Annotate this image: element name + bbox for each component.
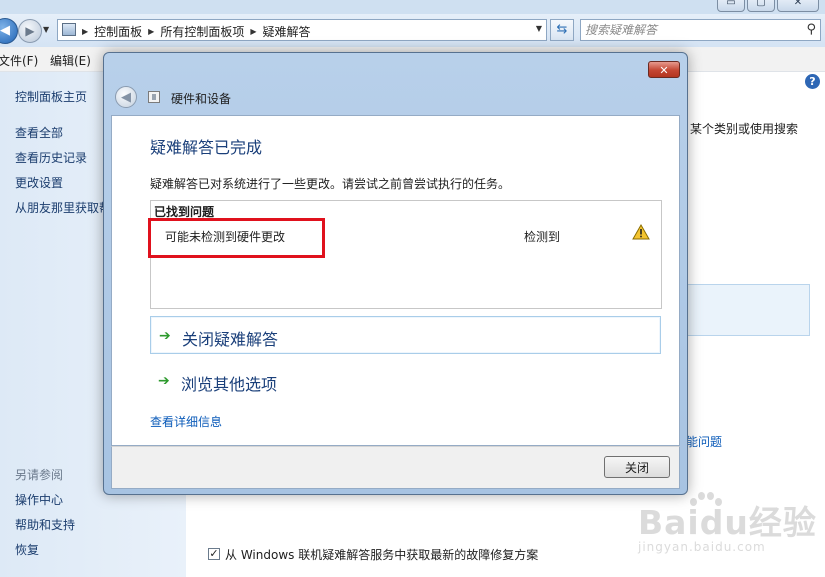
refresh-button[interactable]: ⇆	[550, 19, 574, 41]
help-icon[interactable]: ?	[805, 74, 820, 89]
chevron-right-icon[interactable]: ▶	[148, 27, 154, 36]
dialog-title: 硬件和设备	[171, 92, 232, 106]
breadcrumb: ▶ 控制面板 ▶ 所有控制面板项 ▶ 疑难解答	[82, 23, 311, 40]
close-button[interactable]: 关闭	[604, 456, 670, 478]
help-and-support-link[interactable]: 帮助和支持	[15, 516, 75, 533]
breadcrumb-troubleshooting[interactable]: 疑难解答	[263, 23, 311, 40]
maximize-button[interactable]: ▢	[747, 0, 775, 12]
breadcrumb-all-items[interactable]: 所有控制面板项	[160, 23, 244, 40]
green-arrow-icon: ➔	[158, 373, 170, 389]
forward-button[interactable]: ▶	[18, 19, 42, 43]
control-panel-home-link[interactable]: 控制面板主页	[15, 88, 87, 105]
chevron-right-icon[interactable]: ▶	[82, 27, 88, 36]
explore-options-action[interactable]: ➔ 浏览其他选项	[150, 362, 661, 400]
window-controls: ▭ ▢ ✕	[717, 0, 819, 12]
view-details-link[interactable]: 查看详细信息	[150, 413, 222, 430]
close-troubleshooter-label: 关闭疑难解答	[182, 330, 279, 349]
main-partial-text: 某个类别或使用搜索	[690, 122, 799, 136]
problem-status: 检测到	[524, 230, 561, 244]
highlight-box	[148, 218, 325, 258]
troubleshooter-dialog: ✕ ◀ 硬件和设备 疑难解答已完成 疑难解答已对系统进行了一些更改。请尝试之前曾…	[103, 52, 688, 495]
dialog-close-button[interactable]: ✕	[648, 61, 680, 78]
hardware-icon	[148, 91, 160, 103]
recovery-link[interactable]: 恢复	[15, 541, 39, 558]
watermark-main-text: Baidu经验	[638, 503, 817, 542]
completion-heading: 疑难解答已完成	[150, 138, 263, 157]
explorer-titlebar: ▭ ▢ ✕	[0, 0, 825, 14]
see-also-heading: 另请参阅	[15, 468, 64, 482]
search-box: ⚲	[580, 19, 821, 41]
search-input[interactable]	[585, 22, 795, 38]
breadcrumb-control-panel[interactable]: 控制面板	[94, 23, 142, 40]
warning-icon	[632, 224, 650, 240]
dialog-back-button[interactable]: ◀	[115, 86, 137, 108]
right-info-panel	[686, 284, 810, 336]
completion-description: 疑难解答已对系统进行了一些更改。请尝试之前曾尝试执行的任务。	[150, 177, 511, 191]
close-icon: ✕	[659, 64, 669, 77]
refresh-icon: ⇆	[556, 22, 568, 37]
close-troubleshooter-action[interactable]: ➔ 关闭疑难解答	[150, 316, 661, 354]
address-dropdown-icon[interactable]: ▼	[536, 24, 542, 33]
dialog-footer: 关闭	[111, 446, 680, 489]
address-toolbar: ◀ ▶ ▼ ▶ 控制面板 ▶ 所有控制面板项 ▶ 疑难解答 ▼ ⇆ ⚲	[0, 14, 825, 47]
minimize-button[interactable]: ▭	[717, 0, 745, 12]
dialog-content: 疑难解答已完成 疑难解答已对系统进行了一些更改。请尝试之前曾尝试执行的任务。 已…	[111, 115, 680, 446]
view-history-link[interactable]: 查看历史记录	[15, 149, 87, 166]
watermark-url-text: jingyan.baidu.com	[638, 540, 766, 554]
search-icon[interactable]: ⚲	[806, 22, 816, 37]
change-settings-link[interactable]: 更改设置	[15, 174, 63, 191]
baidu-watermark: Baidu经验 jingyan.baidu.com	[638, 488, 818, 568]
window-close-button[interactable]: ✕	[777, 0, 819, 12]
recent-pages-dropdown-icon[interactable]: ▼	[43, 25, 49, 34]
action-center-link[interactable]: 操作中心	[15, 491, 63, 508]
view-all-link[interactable]: 查看全部	[15, 124, 63, 141]
menu-file[interactable]: 文件(F)	[0, 52, 38, 69]
control-panel-icon	[62, 23, 76, 36]
chevron-right-icon[interactable]: ▶	[250, 27, 256, 36]
back-button[interactable]: ◀	[0, 18, 18, 44]
online-content-label[interactable]: 从 Windows 联机疑难解答服务中获取最新的故障修复方案	[225, 546, 538, 563]
online-content-checkbox[interactable]: ✓	[208, 548, 220, 560]
menu-edit[interactable]: 编辑(E)	[50, 52, 91, 69]
green-arrow-icon: ➔	[159, 328, 171, 344]
address-bar[interactable]: ▶ 控制面板 ▶ 所有控制面板项 ▶ 疑难解答 ▼	[57, 19, 547, 41]
explore-options-label: 浏览其他选项	[181, 375, 278, 394]
main-partial-link[interactable]: 能问题	[686, 433, 722, 450]
